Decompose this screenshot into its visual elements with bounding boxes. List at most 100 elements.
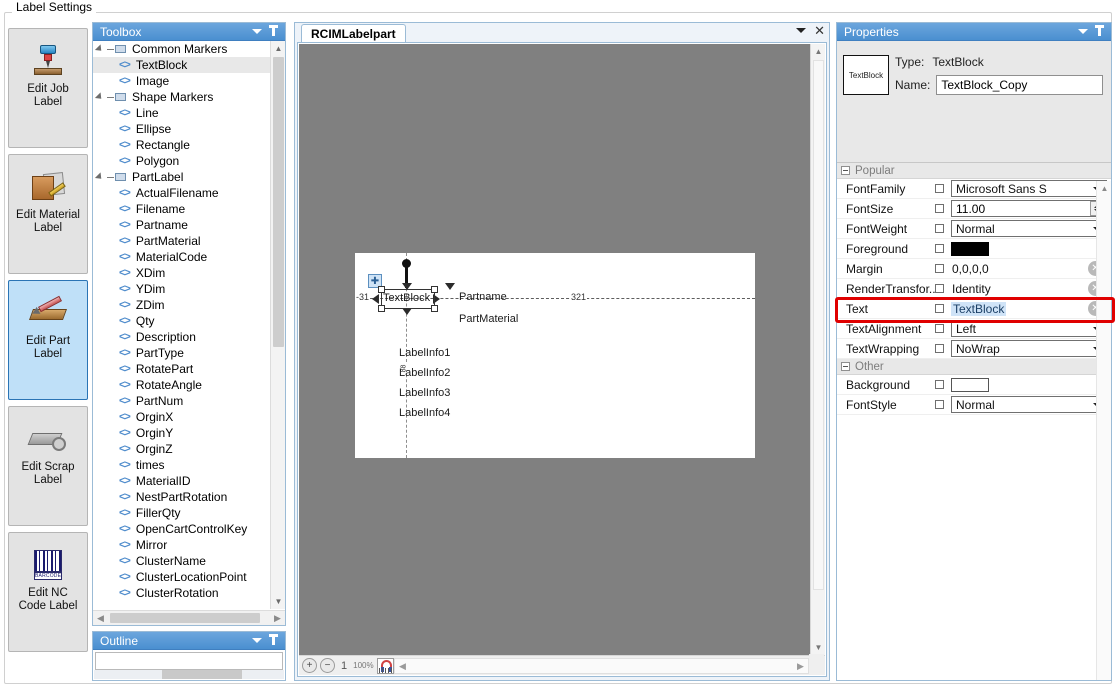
canvas-text-partmaterial[interactable]: PartMaterial (459, 313, 518, 325)
property-binding-checkbox[interactable] (935, 284, 944, 293)
property-row-background[interactable]: Background (837, 375, 1111, 395)
toolbox-item-parttype[interactable]: <> PartType (93, 345, 270, 361)
scroll-up-icon[interactable]: ▲ (811, 44, 825, 59)
canvas-text-labelinfo3[interactable]: LabelInfo3 (399, 387, 450, 399)
scroll-left-icon[interactable]: ◀ (93, 611, 108, 625)
property-row-foreground[interactable]: Foreground (837, 239, 1111, 259)
scrollbar-thumb[interactable] (162, 670, 243, 679)
color-swatch[interactable] (951, 377, 989, 392)
expander-triangle-icon[interactable] (94, 172, 105, 182)
canvas-text-labelinfo1[interactable]: LabelInfo1 (399, 347, 450, 359)
property-binding-checkbox[interactable] (935, 184, 944, 193)
toolbox-item-partlabel[interactable]: PartLabel (93, 169, 270, 185)
properties-pin-icon[interactable] (1091, 24, 1107, 39)
nav-button-edit-nc-code-label[interactable]: BARCODE Edit NC Code Label (8, 532, 88, 652)
property-combobox[interactable]: NoWrap (951, 340, 1107, 357)
tab-rcimlabelpart[interactable]: RCIMLabelpart (301, 24, 406, 42)
scrollbar-thumb[interactable] (110, 613, 260, 623)
property-row-textwrapping[interactable]: TextWrapping NoWrap (837, 339, 1111, 359)
toolbox-item-qty[interactable]: <> Qty (93, 313, 270, 329)
property-row-rendertransfor[interactable]: RenderTransfor... Identity✕ (837, 279, 1111, 299)
toolbox-item-partname[interactable]: <> Partname (93, 217, 270, 233)
properties-menu-icon[interactable] (1075, 26, 1091, 37)
element-name-input[interactable] (936, 75, 1103, 95)
align-arrow-down-icon[interactable] (402, 308, 412, 315)
nav-button-edit-job-label[interactable]: Edit Job Label (8, 28, 88, 148)
property-combobox[interactable]: Normal (951, 220, 1107, 237)
canvas-selected-text[interactable]: TextBlock (383, 292, 430, 304)
expander-triangle-icon[interactable] (94, 44, 105, 54)
property-combobox[interactable]: Left (951, 320, 1107, 337)
property-combobox[interactable]: Microsoft Sans S (951, 180, 1107, 197)
nav-button-edit-scrap-label[interactable]: Edit Scrap Label (8, 406, 88, 526)
property-row-textalignment[interactable]: TextAlignment Left (837, 319, 1111, 339)
nav-button-edit-part-label[interactable]: Edit Part Label (8, 280, 88, 400)
property-row-fontstyle[interactable]: FontStyle Normal (837, 395, 1111, 415)
property-binding-checkbox[interactable] (935, 264, 944, 273)
outline-tree[interactable] (95, 652, 283, 670)
toolbox-item-orginy[interactable]: <> OrginY (93, 425, 270, 441)
label-page[interactable]: -31 321 88 ✚ TextBlock Partname PartMate… (355, 253, 755, 458)
properties-vertical-scrollbar[interactable]: ▲ (1096, 181, 1111, 680)
toolbox-item-fillerqty[interactable]: <> FillerQty (93, 505, 270, 521)
resize-handle-ne[interactable] (431, 286, 438, 293)
property-row-fontsize[interactable]: FontSize 11.00 (837, 199, 1111, 219)
nav-button-edit-material-label[interactable]: Edit Material Label (8, 154, 88, 274)
scroll-left-icon[interactable]: ◀ (396, 660, 409, 673)
property-row-fontweight[interactable]: FontWeight Normal (837, 219, 1111, 239)
scroll-right-icon[interactable]: ▶ (270, 611, 285, 625)
canvas-text-labelinfo2[interactable]: LabelInfo2 (399, 367, 450, 379)
property-binding-checkbox[interactable] (935, 204, 944, 213)
scroll-up-icon[interactable]: ▲ (1097, 181, 1112, 196)
scroll-up-icon[interactable]: ▲ (271, 41, 285, 56)
property-category-other[interactable]: Other (837, 359, 1111, 375)
snap-to-grid-button[interactable] (376, 657, 394, 674)
outline-pin-icon[interactable] (265, 633, 281, 648)
canvas-horizontal-scrollbar[interactable]: ◀ ▶ (394, 658, 809, 674)
toolbox-item-materialcode[interactable]: <> MaterialCode (93, 249, 270, 265)
color-swatch[interactable] (951, 241, 989, 256)
toolbox-item-clustername[interactable]: <> ClusterName (93, 553, 270, 569)
scroll-right-icon[interactable]: ▶ (794, 660, 807, 673)
toolbox-menu-icon[interactable] (249, 26, 265, 37)
property-spinner[interactable]: 11.00 (951, 200, 1107, 217)
property-row-margin[interactable]: Margin 0,0,0,0✕ (837, 259, 1111, 279)
property-binding-checkbox[interactable] (935, 344, 944, 353)
scroll-down-icon[interactable]: ▼ (811, 640, 825, 655)
property-binding-checkbox[interactable] (935, 380, 944, 389)
property-text-value[interactable]: Identity (951, 282, 1088, 296)
toolbox-item-textblock[interactable]: <> TextBlock (93, 57, 270, 73)
tab-list-dropdown-icon[interactable] (796, 28, 807, 33)
property-binding-checkbox[interactable] (935, 304, 944, 313)
property-text-value[interactable]: 0,0,0,0 (951, 262, 1088, 276)
toolbox-item-rotateangle[interactable]: <> RotateAngle (93, 377, 270, 393)
toolbox-item-shape markers[interactable]: Shape Markers (93, 89, 270, 105)
toolbox-item-mirror[interactable]: <> Mirror (93, 537, 270, 553)
property-category-popular[interactable]: Popular (837, 163, 1111, 179)
toolbox-item-nestpartrotation[interactable]: <> NestPartRotation (93, 489, 270, 505)
zoom-in-button[interactable]: + (302, 658, 317, 673)
toolbox-item-orginx[interactable]: <> OrginX (93, 409, 270, 425)
property-row-text[interactable]: Text TextBlock✕ (837, 299, 1111, 319)
toolbox-pin-icon[interactable] (265, 24, 281, 39)
toolbox-item-clusterlocationpoint[interactable]: <> ClusterLocationPoint (93, 569, 270, 585)
collapse-icon[interactable] (841, 362, 850, 371)
scroll-down-icon[interactable]: ▼ (271, 594, 285, 609)
resize-handle-se[interactable] (431, 305, 438, 312)
property-row-fontfamily[interactable]: FontFamily Microsoft Sans S (837, 179, 1111, 199)
canvas-text-labelinfo4[interactable]: LabelInfo4 (399, 407, 450, 419)
toolbox-item-common markers[interactable]: Common Markers (93, 41, 270, 57)
toolbox-item-filename[interactable]: <> Filename (93, 201, 270, 217)
toolbox-item-rotatepart[interactable]: <> RotatePart (93, 361, 270, 377)
toolbox-item-xdim[interactable]: <> XDim (93, 265, 270, 281)
toolbox-item-ellipse[interactable]: <> Ellipse (93, 121, 270, 137)
toolbox-item-times[interactable]: <> times (93, 457, 270, 473)
scrollbar-thumb[interactable] (273, 57, 284, 347)
toolbox-item-opencartcontrolkey[interactable]: <> OpenCartControlKey (93, 521, 270, 537)
design-canvas[interactable]: -31 321 88 ✚ TextBlock Partname PartMate… (299, 44, 825, 655)
property-text-value[interactable]: TextBlock (951, 301, 1007, 316)
toolbox-item-partnum[interactable]: <> PartNum (93, 393, 270, 409)
toolbox-item-rectangle[interactable]: <> Rectangle (93, 137, 270, 153)
property-combobox[interactable]: Normal (951, 396, 1107, 413)
collapse-icon[interactable] (841, 166, 850, 175)
